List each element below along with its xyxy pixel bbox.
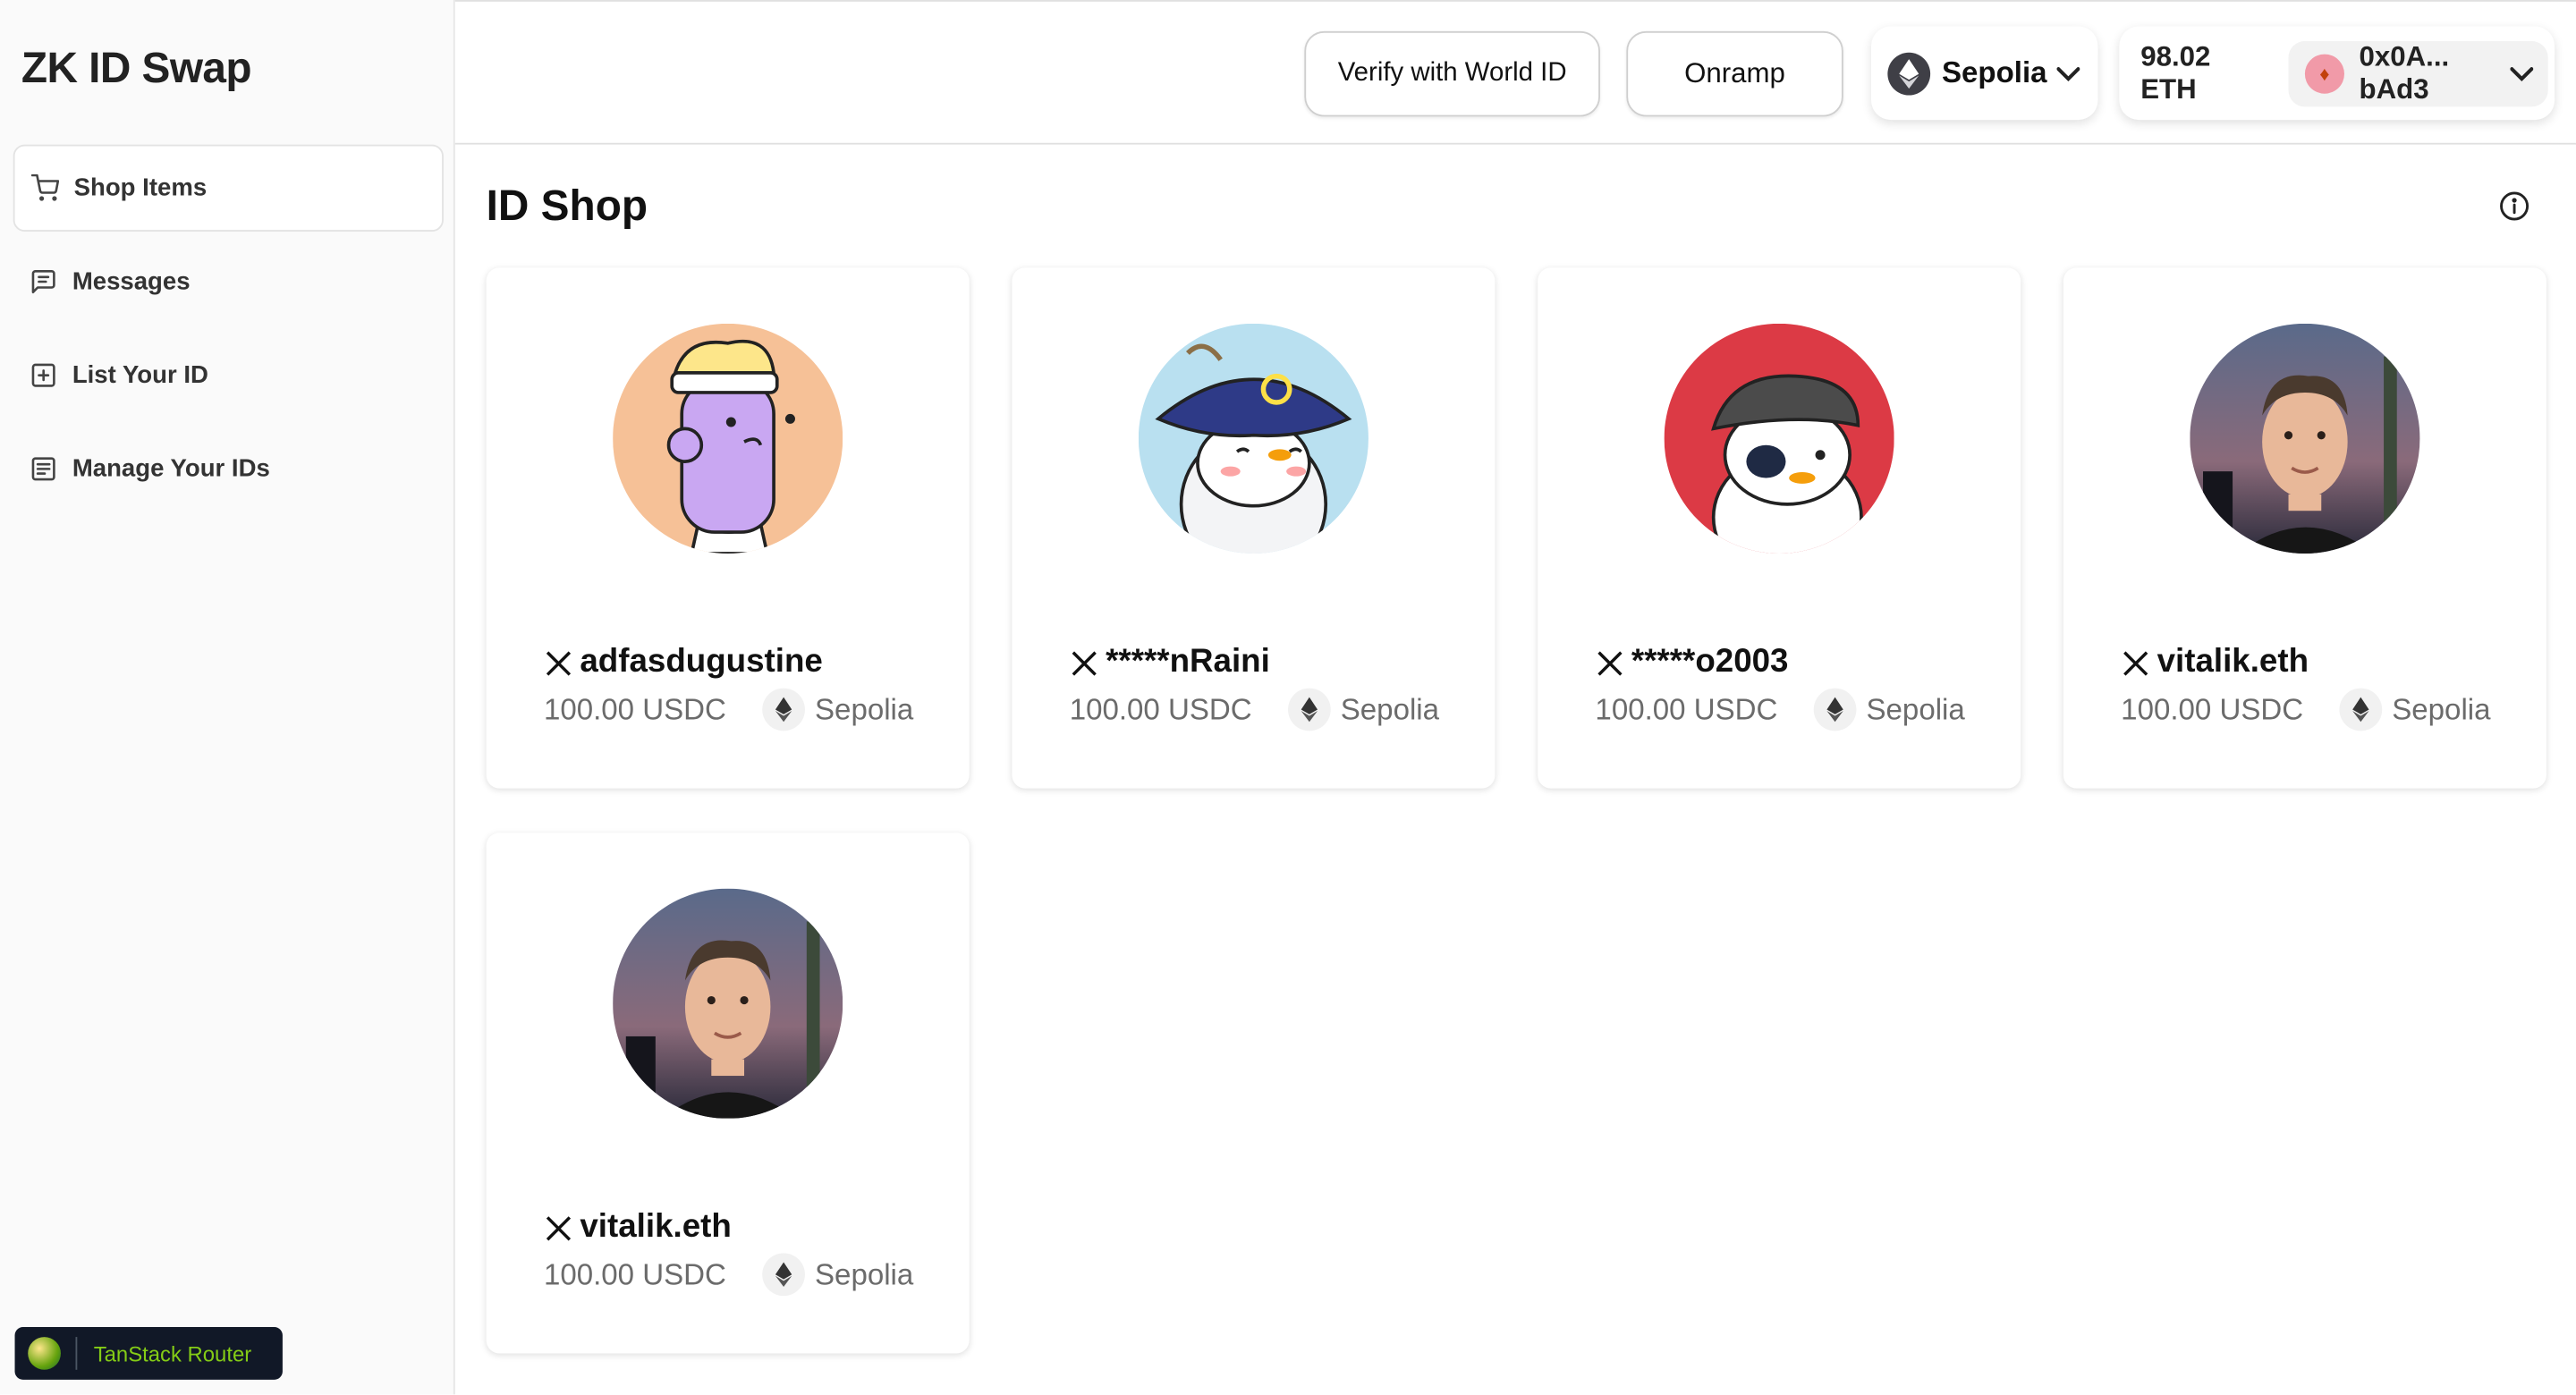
devtools-label: TanStack Router bbox=[93, 1340, 252, 1366]
account-button[interactable]: ♦ 0x0A... bAd3 bbox=[2288, 40, 2548, 107]
item-chain: Sepolia bbox=[1287, 688, 1440, 731]
item-chain: Sepolia bbox=[2339, 688, 2491, 731]
sidebar-nav: Shop Items Messages List Your ID Manage … bbox=[13, 144, 444, 520]
sidebar-item-messages[interactable]: Messages bbox=[13, 238, 444, 325]
item-price: 100.00 USDC bbox=[2121, 693, 2304, 726]
sidebar-item-list-your-id[interactable]: List Your ID bbox=[13, 332, 444, 418]
account-avatar: ♦ bbox=[2304, 54, 2344, 94]
chain-name: Sepolia bbox=[1866, 692, 1965, 725]
app-logo[interactable]: ZK ID Swap bbox=[21, 43, 252, 94]
item-handle: *****o2003 bbox=[1595, 644, 1788, 681]
plus-square-icon bbox=[31, 363, 55, 387]
sidebar-item-label: Manage Your IDs bbox=[72, 454, 270, 483]
network-selector[interactable]: Sepolia bbox=[1871, 26, 2098, 121]
top-bar: Verify with World ID Onramp Sepolia 98.0… bbox=[454, 0, 2576, 145]
shop-item-card[interactable]: adfasdugustine 100.00 USDC Sepolia bbox=[486, 267, 970, 789]
sidebar-item-label: Shop Items bbox=[73, 173, 208, 202]
ethereum-icon bbox=[1887, 51, 1931, 95]
avatar bbox=[1138, 323, 1368, 554]
balance-amount: 98.02 bbox=[2140, 40, 2211, 72]
chain-name: Sepolia bbox=[1340, 692, 1440, 725]
eth-balance: 98.02 ETH bbox=[2140, 41, 2210, 106]
page-title: ID Shop bbox=[486, 181, 648, 231]
divider bbox=[75, 1337, 78, 1370]
handle-text: adfasdugustine bbox=[580, 643, 823, 681]
ethereum-icon bbox=[1813, 688, 1857, 731]
x-logo-icon bbox=[546, 650, 572, 675]
handle-text: vitalik.eth bbox=[580, 1208, 732, 1246]
item-handle: adfasdugustine bbox=[544, 644, 823, 681]
sidebar-item-label: Messages bbox=[72, 267, 191, 296]
sidebar-item-shop-items[interactable]: Shop Items bbox=[13, 144, 444, 232]
address-line2: bAd3 bbox=[2359, 73, 2429, 106]
account-widget: 98.02 ETH ♦ 0x0A... bAd3 bbox=[2119, 26, 2555, 121]
ethereum-icon bbox=[1287, 688, 1331, 731]
list-icon bbox=[31, 457, 55, 481]
account-address: 0x0A... bAd3 bbox=[2360, 41, 2450, 106]
avatar bbox=[613, 323, 843, 554]
chevron-down-icon bbox=[2056, 66, 2080, 81]
tanstack-logo-icon bbox=[28, 1337, 61, 1370]
message-icon bbox=[31, 269, 55, 294]
chevron-down-icon bbox=[2510, 67, 2534, 82]
x-logo-icon bbox=[1072, 650, 1097, 675]
sidebar-item-label: List Your ID bbox=[72, 361, 208, 390]
ethereum-icon bbox=[762, 1253, 805, 1297]
chain-name: Sepolia bbox=[815, 692, 914, 725]
handle-text: *****o2003 bbox=[1631, 643, 1789, 681]
handle-text: *****nRaini bbox=[1106, 643, 1270, 681]
avatar bbox=[2190, 323, 2420, 554]
tanstack-router-devtools-button[interactable]: TanStack Router bbox=[14, 1327, 283, 1380]
info-icon[interactable] bbox=[2499, 190, 2530, 222]
sidebar: ZK ID Swap Shop Items Messages List Your… bbox=[0, 0, 455, 1395]
item-price: 100.00 USDC bbox=[1595, 693, 1778, 726]
item-chain: Sepolia bbox=[762, 1253, 914, 1297]
item-price: 100.00 USDC bbox=[543, 693, 726, 726]
item-handle: *****nRaini bbox=[1070, 644, 1270, 681]
verify-world-id-button[interactable]: Verify with World ID bbox=[1304, 30, 1600, 117]
item-chain: Sepolia bbox=[1813, 688, 1965, 731]
x-logo-icon bbox=[546, 1215, 572, 1240]
balance-unit: ETH bbox=[2140, 73, 2197, 106]
ethereum-icon bbox=[762, 688, 805, 731]
x-logo-icon bbox=[2123, 650, 2148, 675]
chain-name: Sepolia bbox=[815, 1256, 914, 1290]
ethereum-icon bbox=[2339, 688, 2383, 731]
shop-item-card[interactable]: vitalik.eth 100.00 USDC Sepolia bbox=[2063, 267, 2546, 789]
shop-item-card[interactable]: *****o2003 100.00 USDC Sepolia bbox=[1538, 267, 2021, 789]
address-line1: 0x0A... bbox=[2359, 40, 2450, 72]
item-handle: vitalik.eth bbox=[544, 1209, 732, 1247]
shop-item-card[interactable]: *****nRaini 100.00 USDC Sepolia bbox=[1012, 267, 1496, 789]
item-handle: vitalik.eth bbox=[2121, 644, 2309, 681]
cart-icon bbox=[30, 173, 60, 201]
sidebar-item-manage-your-ids[interactable]: Manage Your IDs bbox=[13, 426, 444, 512]
handle-text: vitalik.eth bbox=[2157, 643, 2309, 681]
network-name: Sepolia bbox=[1941, 55, 2047, 89]
item-price: 100.00 USDC bbox=[543, 1257, 726, 1291]
chain-name: Sepolia bbox=[2392, 692, 2491, 725]
item-price: 100.00 USDC bbox=[1069, 693, 1252, 726]
onramp-button[interactable]: Onramp bbox=[1626, 30, 1843, 117]
avatar bbox=[613, 888, 843, 1119]
shop-item-card[interactable]: vitalik.eth 100.00 USDC Sepolia bbox=[486, 833, 970, 1354]
x-logo-icon bbox=[1597, 650, 1623, 675]
item-chain: Sepolia bbox=[762, 688, 914, 731]
avatar bbox=[1664, 323, 1894, 554]
